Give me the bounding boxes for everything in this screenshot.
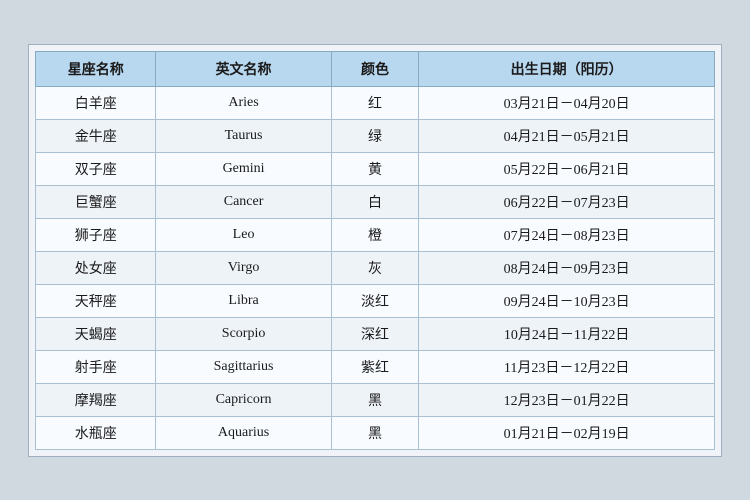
cell-zh: 巨蟹座	[36, 185, 156, 218]
table-row: 处女座Virgo灰08月24日－09月23日	[36, 251, 715, 284]
zodiac-table: 星座名称 英文名称 颜色 出生日期（阳历） 白羊座Aries红03月21日－04…	[35, 51, 715, 450]
header-zh: 星座名称	[36, 51, 156, 86]
cell-zh: 双子座	[36, 152, 156, 185]
cell-date: 11月23日－12月22日	[419, 350, 715, 383]
cell-color: 淡红	[331, 284, 419, 317]
cell-color: 深红	[331, 317, 419, 350]
cell-en: Aquarius	[156, 416, 331, 449]
cell-color: 白	[331, 185, 419, 218]
cell-color: 紫红	[331, 350, 419, 383]
cell-en: Aries	[156, 86, 331, 119]
cell-en: Capricorn	[156, 383, 331, 416]
cell-zh: 天蝎座	[36, 317, 156, 350]
cell-zh: 天秤座	[36, 284, 156, 317]
table-row: 天蝎座Scorpio深红10月24日－11月22日	[36, 317, 715, 350]
cell-en: Taurus	[156, 119, 331, 152]
cell-zh: 金牛座	[36, 119, 156, 152]
cell-zh: 水瓶座	[36, 416, 156, 449]
cell-date: 01月21日－02月19日	[419, 416, 715, 449]
cell-zh: 摩羯座	[36, 383, 156, 416]
cell-color: 红	[331, 86, 419, 119]
table-row: 天秤座Libra淡红09月24日－10月23日	[36, 284, 715, 317]
cell-date: 07月24日－08月23日	[419, 218, 715, 251]
cell-color: 黑	[331, 383, 419, 416]
cell-date: 03月21日－04月20日	[419, 86, 715, 119]
table-row: 狮子座Leo橙07月24日－08月23日	[36, 218, 715, 251]
cell-en: Sagittarius	[156, 350, 331, 383]
cell-date: 04月21日－05月21日	[419, 119, 715, 152]
header-en: 英文名称	[156, 51, 331, 86]
table-row: 巨蟹座Cancer白06月22日－07月23日	[36, 185, 715, 218]
table-header-row: 星座名称 英文名称 颜色 出生日期（阳历）	[36, 51, 715, 86]
cell-color: 灰	[331, 251, 419, 284]
cell-date: 05月22日－06月21日	[419, 152, 715, 185]
cell-color: 黄	[331, 152, 419, 185]
table-row: 双子座Gemini黄05月22日－06月21日	[36, 152, 715, 185]
cell-zh: 处女座	[36, 251, 156, 284]
table-row: 白羊座Aries红03月21日－04月20日	[36, 86, 715, 119]
cell-date: 10月24日－11月22日	[419, 317, 715, 350]
table-row: 摩羯座Capricorn黑12月23日－01月22日	[36, 383, 715, 416]
cell-date: 09月24日－10月23日	[419, 284, 715, 317]
cell-date: 06月22日－07月23日	[419, 185, 715, 218]
cell-color: 黑	[331, 416, 419, 449]
cell-zh: 射手座	[36, 350, 156, 383]
cell-date: 12月23日－01月22日	[419, 383, 715, 416]
table-row: 射手座Sagittarius紫红11月23日－12月22日	[36, 350, 715, 383]
table-row: 金牛座Taurus绿04月21日－05月21日	[36, 119, 715, 152]
header-color: 颜色	[331, 51, 419, 86]
zodiac-table-container: 星座名称 英文名称 颜色 出生日期（阳历） 白羊座Aries红03月21日－04…	[28, 44, 722, 457]
cell-en: Scorpio	[156, 317, 331, 350]
cell-zh: 狮子座	[36, 218, 156, 251]
cell-en: Virgo	[156, 251, 331, 284]
cell-zh: 白羊座	[36, 86, 156, 119]
cell-date: 08月24日－09月23日	[419, 251, 715, 284]
cell-en: Cancer	[156, 185, 331, 218]
cell-en: Gemini	[156, 152, 331, 185]
cell-en: Leo	[156, 218, 331, 251]
table-row: 水瓶座Aquarius黑01月21日－02月19日	[36, 416, 715, 449]
cell-color: 橙	[331, 218, 419, 251]
cell-en: Libra	[156, 284, 331, 317]
header-date: 出生日期（阳历）	[419, 51, 715, 86]
cell-color: 绿	[331, 119, 419, 152]
